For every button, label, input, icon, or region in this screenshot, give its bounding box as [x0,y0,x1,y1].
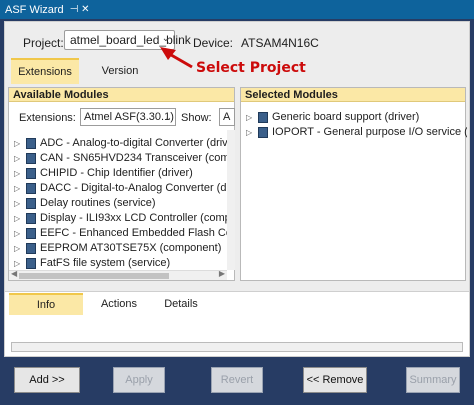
extensions-label: Extensions: [19,112,76,124]
expand-icon[interactable]: ▷ [14,139,24,148]
list-item[interactable]: ▷IOPORT - General purpose I/O service (s… [241,125,467,139]
wizard-frame: Project: atmel_board_led_blink ⌄ Device:… [0,19,474,405]
expand-icon[interactable]: ▷ [14,154,24,163]
module-icon [26,182,36,194]
expand-icon[interactable]: ▷ [14,184,24,193]
module-icon [26,137,36,149]
selected-modules-panel: Selected Modules ▷ Generic board support … [240,87,467,281]
module-icon [26,152,36,164]
list-item[interactable]: ▷ FatFS file system (service) [9,256,170,270]
title-bar: ASF Wizard ⊣ ✕ [0,0,474,19]
available-modules-list: ▷ ADC - Analog-to-digital Converter (driv… [9,134,235,270]
chevron-down-icon: ⌄ [164,112,172,122]
expand-icon[interactable]: ▷ [14,229,24,238]
revert-button[interactable]: Revert [211,367,263,393]
expand-icon[interactable]: ▷ [246,128,256,137]
tab-version[interactable]: Version [85,58,155,84]
device-label: Device: [193,36,234,50]
project-dropdown[interactable]: atmel_board_led_blink ⌄ [64,30,191,50]
device-value: ATSAM4N16C [241,36,319,50]
pin-close-icons[interactable]: ⊣ ✕ [70,4,90,15]
info-content [11,342,463,352]
module-icon [26,212,36,224]
scroll-right-icon[interactable]: ▶ [219,269,225,278]
available-modules-panel: Available Modules Extensions: Atmel ASF(… [8,87,235,281]
filter-row: Extensions: Atmel ASF(3.30.1) ⌄ Show: A [9,106,236,128]
scrollbar-thumb[interactable] [19,273,169,279]
list-item[interactable]: ▷Display - ILI93xx LCD Controller (compo… [9,211,235,225]
list-item[interactable]: ▷ DACC - Digital-to-Analog Converter (dri… [9,181,235,195]
project-value: atmel_board_led_blink [70,33,191,47]
project-label: Project: [23,36,64,50]
list-item[interactable]: ▷ EEPROM AT30TSE75X (component) [9,241,221,255]
tab-extensions[interactable]: Extensions [11,58,79,84]
tab-actions[interactable]: Actions [87,293,151,315]
show-dropdown[interactable]: A [219,108,235,126]
module-icon [26,242,36,254]
selected-modules-list: ▷ Generic board support (driver) ▷ IOPORT … [241,108,467,148]
module-icon [258,111,268,123]
summary-button[interactable]: Summary [406,367,460,393]
module-icon [26,257,36,269]
vertical-scrollbar[interactable] [227,130,235,270]
selected-modules-header: Selected Modules [241,88,465,102]
show-value: A [223,111,231,123]
list-item[interactable]: ▷ ADC - Analog-to-digital Converter (driv… [9,136,235,150]
module-icon [258,126,268,138]
module-icon [26,197,36,209]
module-icon [26,167,36,179]
details-area: Info Actions Details [4,291,470,357]
module-icon [26,227,36,239]
horizontal-scrollbar[interactable]: ◀ ▶ [9,269,227,280]
extensions-dropdown[interactable]: Atmel ASF(3.30.1) ⌄ [80,108,176,126]
list-item[interactable]: ▷ CHIPID - Chip Identifier (driver) [9,166,193,180]
scroll-left-icon[interactable]: ◀ [11,269,17,278]
expand-icon[interactable]: ▷ [14,244,24,253]
list-item[interactable]: ▷EEFC - Enhanced Embedded Flash Controll… [9,226,235,240]
chevron-down-icon: ⌄ [161,33,170,44]
extensions-value: Atmel ASF(3.30.1) [84,111,174,123]
expand-icon[interactable]: ▷ [246,113,256,122]
list-item[interactable]: ▷ Generic board support (driver) [241,110,419,124]
window-title: ASF Wizard [5,3,64,16]
show-label: Show: [181,112,212,124]
expand-icon[interactable]: ▷ [14,199,24,208]
remove-button[interactable]: << Remove [303,367,367,393]
expand-icon[interactable]: ▷ [14,259,24,268]
expand-icon[interactable]: ▷ [14,169,24,178]
available-modules-header: Available Modules [9,88,234,102]
tab-info[interactable]: Info [9,293,83,315]
add-button[interactable]: Add >> [14,367,80,393]
tab-details[interactable]: Details [153,293,209,315]
list-item[interactable]: ▷ Delay routines (service) [9,196,156,210]
expand-icon[interactable]: ▷ [14,214,24,223]
annotation-label: Select Project [196,60,306,76]
apply-button[interactable]: Apply [113,367,165,393]
list-item[interactable]: ▷CAN - SN65HVD234 Transceiver (componen [9,151,235,165]
